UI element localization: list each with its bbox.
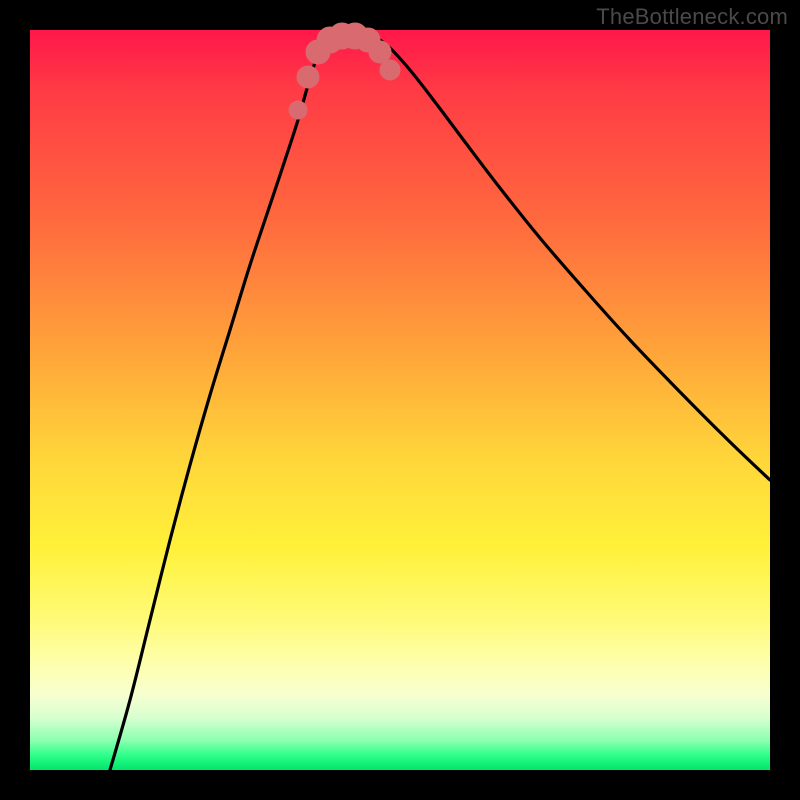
watermark-text: TheBottleneck.com bbox=[596, 4, 788, 30]
valley-bead bbox=[289, 101, 307, 119]
outer-frame: TheBottleneck.com bbox=[0, 0, 800, 800]
bottleneck-curve bbox=[110, 33, 770, 770]
curve-layer bbox=[30, 30, 770, 770]
valley-bead-group bbox=[289, 23, 400, 119]
valley-bead bbox=[369, 41, 391, 63]
valley-bead bbox=[297, 66, 319, 88]
valley-bead bbox=[380, 60, 400, 80]
